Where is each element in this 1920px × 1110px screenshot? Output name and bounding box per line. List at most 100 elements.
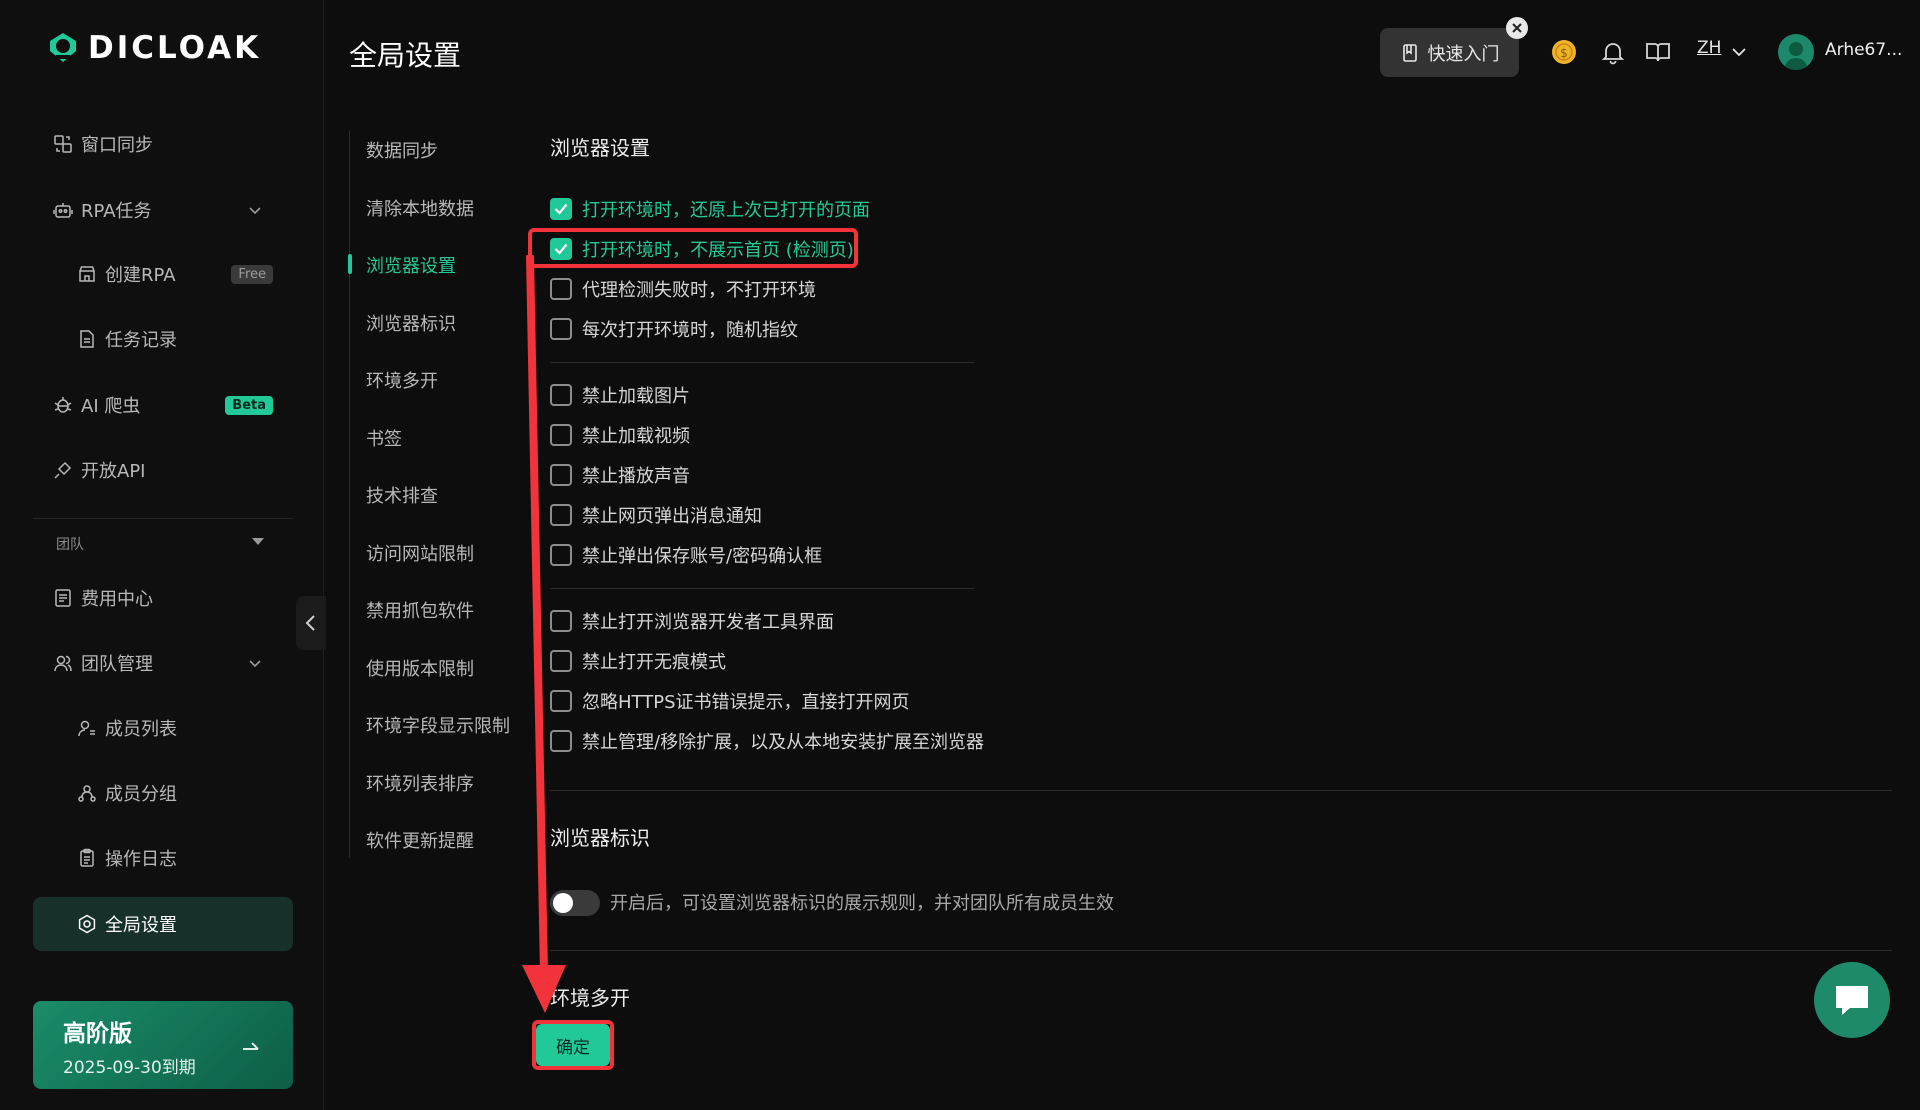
- option-label: 打开环境时，还原上次已打开的页面: [582, 200, 870, 221]
- sidebar-item-label: 团队管理: [81, 654, 153, 675]
- sidebar-item-window-sync[interactable]: 窗口同步: [33, 119, 293, 169]
- menu-troubleshooting[interactable]: 技术排查: [366, 482, 438, 508]
- logo-mark-icon: [50, 33, 76, 62]
- chevron-left-icon: [305, 615, 315, 631]
- close-icon[interactable]: [1506, 17, 1528, 39]
- option-restore-pages[interactable]: 打开环境时，还原上次已打开的页面: [550, 196, 870, 222]
- sidebar-item-member-groups[interactable]: 成员分组: [33, 768, 293, 818]
- settings-menu-line: [349, 131, 350, 858]
- option-proxy-fail-no-open[interactable]: 代理检测失败时，不打开环境: [550, 276, 816, 302]
- sidebar-divider: [33, 518, 293, 519]
- sidebar: DICLOAK 窗口同步 RPA任务 创建RPA Free 任务记录 AI 爬虫…: [0, 0, 324, 1110]
- option-random-fingerprint[interactable]: 每次打开环境时，随机指纹: [550, 316, 798, 342]
- menu-bookmarks[interactable]: 书签: [366, 425, 402, 451]
- annotation-arrow: [522, 255, 566, 1013]
- option-label: 禁止加载视频: [582, 426, 690, 447]
- caret-down-icon[interactable]: [252, 538, 264, 545]
- sidebar-item-ai-crawler[interactable]: AI 爬虫 Beta: [33, 380, 293, 430]
- section-divider: [550, 588, 974, 589]
- sidebar-item-label: RPA任务: [81, 201, 152, 222]
- menu-browser-settings[interactable]: 浏览器设置: [366, 252, 456, 278]
- sidebar-item-billing[interactable]: 费用中心: [33, 573, 293, 623]
- menu-browser-identity[interactable]: 浏览器标识: [366, 310, 456, 336]
- bug-icon: [54, 397, 72, 413]
- sidebar-item-label: 窗口同步: [81, 135, 153, 156]
- sidebar-item-label: 费用中心: [81, 589, 153, 610]
- menu-clear-local-data[interactable]: 清除本地数据: [366, 195, 474, 221]
- document-icon: [80, 330, 94, 348]
- username[interactable]: Arhe67...: [1825, 40, 1902, 60]
- option-block-extension-management[interactable]: 禁止管理/移除扩展，以及从本地安装扩展至浏览器: [550, 728, 984, 754]
- menu-data-sync[interactable]: 数据同步: [366, 137, 438, 163]
- sidebar-item-label: 成员列表: [105, 719, 177, 740]
- checkbox[interactable]: [550, 198, 572, 220]
- sidebar-item-label: AI 爬虫: [81, 396, 141, 417]
- member-list-icon: [78, 720, 95, 737]
- language-selector[interactable]: ZH: [1697, 38, 1721, 58]
- plan-card[interactable]: 高阶版 2025-09-30到期: [33, 1001, 293, 1089]
- sidebar-item-task-records[interactable]: 任务记录: [33, 314, 293, 364]
- option-label: 禁止弹出保存账号/密码确认框: [582, 546, 823, 567]
- robot-icon: [53, 203, 73, 218]
- logo[interactable]: DICLOAK: [46, 30, 261, 66]
- sidebar-item-operation-log[interactable]: 操作日志: [33, 833, 293, 883]
- team-section-label: 团队: [56, 537, 84, 553]
- option-block-save-password[interactable]: 禁止弹出保存账号/密码确认框: [550, 542, 822, 568]
- sidebar-item-global-settings[interactable]: 全局设置: [33, 897, 293, 951]
- plug-icon: [54, 461, 72, 479]
- browser-identity-description: 开启后，可设置浏览器标识的展示规则，并对团队所有成员生效: [610, 893, 1114, 914]
- option-label: 禁止加载图片: [582, 386, 690, 407]
- avatar[interactable]: [1778, 34, 1814, 70]
- collapse-sidebar-button[interactable]: [296, 596, 326, 650]
- option-label: 忽略HTTPS证书错误提示，直接打开网页: [582, 692, 910, 713]
- brand-name: DICLOAK: [88, 30, 262, 66]
- settings-icon: [78, 914, 96, 934]
- quick-start-button[interactable]: 快速入门: [1380, 28, 1519, 77]
- menu-list-sorting[interactable]: 环境列表排序: [366, 770, 474, 796]
- section-divider: [550, 362, 974, 363]
- open-book-icon[interactable]: [1644, 38, 1672, 66]
- team-icon: [54, 655, 72, 672]
- beta-badge: Beta: [225, 395, 273, 415]
- sidebar-item-create-rpa[interactable]: 创建RPA Free: [33, 249, 293, 299]
- chevron-down-icon[interactable]: [1730, 44, 1748, 60]
- page-title: 全局设置: [349, 39, 462, 72]
- active-menu-indicator: [348, 254, 352, 274]
- menu-site-restrictions[interactable]: 访问网站限制: [366, 540, 474, 566]
- sidebar-item-label: 操作日志: [105, 849, 177, 870]
- chat-support-button[interactable]: [1814, 962, 1890, 1038]
- menu-field-display-limit[interactable]: 环境字段显示限制: [366, 712, 510, 738]
- coin-icon[interactable]: $: [1550, 38, 1578, 66]
- option-ignore-https-errors[interactable]: 忽略HTTPS证书错误提示，直接打开网页: [550, 688, 910, 714]
- menu-update-reminder[interactable]: 软件更新提醒: [366, 827, 474, 853]
- sidebar-item-rpa-tasks[interactable]: RPA任务: [33, 185, 293, 235]
- menu-disable-packet-capture[interactable]: 禁用抓包软件: [366, 597, 474, 623]
- free-badge: Free: [231, 264, 273, 284]
- bill-icon: [55, 589, 71, 607]
- clipboard-icon: [80, 848, 94, 867]
- bell-icon[interactable]: [1599, 38, 1627, 66]
- option-block-notifications[interactable]: 禁止网页弹出消息通知: [550, 502, 762, 528]
- shop-icon: [79, 266, 95, 282]
- sidebar-item-member-list[interactable]: 成员列表: [33, 703, 293, 753]
- chevron-down-icon[interactable]: [247, 202, 263, 218]
- sidebar-item-label: 任务记录: [105, 330, 177, 351]
- annotation-highlight-confirm: [532, 1020, 614, 1070]
- option-label: 禁止网页弹出消息通知: [582, 506, 762, 527]
- sidebar-item-open-api[interactable]: 开放API: [33, 445, 293, 495]
- arrow-right-icon: [243, 1042, 259, 1050]
- option-label: 禁止播放声音: [582, 466, 690, 487]
- plan-expiry: 2025-09-30到期: [63, 1058, 196, 1078]
- menu-multi-open[interactable]: 环境多开: [366, 367, 438, 393]
- chat-bubble-icon: [1836, 986, 1868, 1015]
- option-block-devtools[interactable]: 禁止打开浏览器开发者工具界面: [550, 608, 834, 634]
- option-label: 代理检测失败时，不打开环境: [582, 280, 816, 301]
- member-group-icon: [78, 785, 96, 802]
- quick-start-label: 快速入门: [1427, 43, 1500, 65]
- sidebar-item-team-management[interactable]: 团队管理: [33, 638, 293, 688]
- sidebar-item-label: 创建RPA: [105, 265, 176, 286]
- chevron-down-icon[interactable]: [247, 655, 263, 671]
- menu-version-limit[interactable]: 使用版本限制: [366, 655, 474, 681]
- browser-settings-title: 浏览器设置: [550, 136, 650, 160]
- option-label: 禁止管理/移除扩展，以及从本地安装扩展至浏览器: [582, 732, 985, 753]
